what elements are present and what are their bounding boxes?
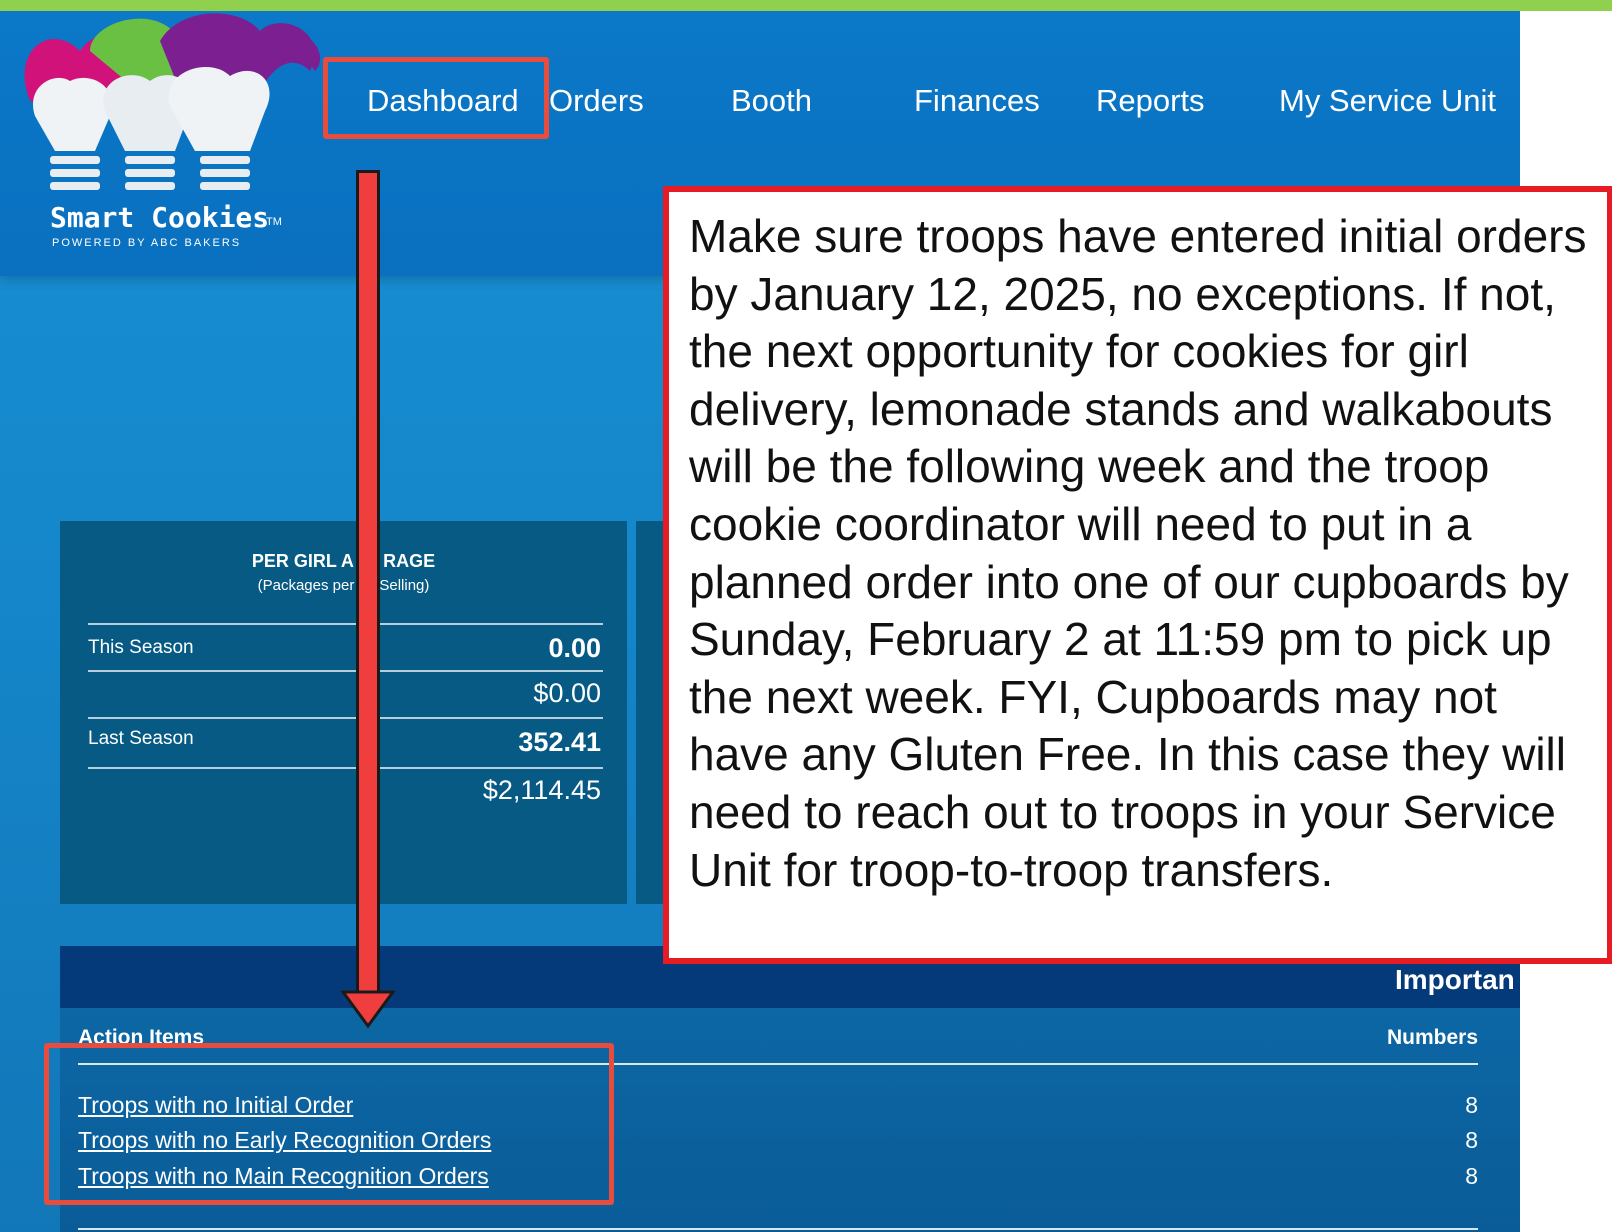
action-items-highlight-box	[44, 1043, 614, 1205]
nav-booth[interactable]: Booth	[731, 83, 812, 119]
last-season-packages: 352.41	[518, 727, 601, 757]
logo-trademark: TM	[266, 216, 282, 228]
cookie-bulbs-logo-icon	[24, 13, 321, 190]
per-girl-average-card: PER GIRL A RAGE (Packages per Selling) T…	[60, 521, 627, 904]
screenshot: Smart Cookies TM POWERED BY ABC BAKERS D…	[0, 0, 1612, 1232]
panel-title: Importan	[1395, 964, 1515, 995]
pointer-arrow	[356, 170, 380, 995]
divider	[88, 670, 603, 672]
top-accent-bar	[0, 0, 1612, 11]
this-season-label: This Season	[88, 637, 194, 658]
divider	[78, 1228, 1478, 1230]
smart-cookies-logo[interactable]: Smart Cookies TM POWERED BY ABC BAKERS	[10, 11, 340, 261]
nav-my-service-unit[interactable]: My Service Unit	[1279, 83, 1496, 119]
dashboard-highlight-box	[323, 57, 549, 139]
divider	[88, 717, 603, 719]
nav-reports[interactable]: Reports	[1096, 83, 1205, 119]
logo-tagline: POWERED BY ABC BAKERS	[52, 237, 242, 249]
this-season-dollars: $0.00	[533, 678, 601, 708]
troops-no-early-recognition-count: 8	[1465, 1127, 1478, 1153]
nav-orders[interactable]: Orders	[549, 83, 644, 119]
last-season-label: Last Season	[88, 728, 194, 749]
troops-no-initial-order-count: 8	[1465, 1092, 1478, 1118]
numbers-header: Numbers	[1386, 1026, 1478, 1049]
this-season-packages: 0.00	[548, 633, 601, 663]
card-title: PER GIRL A RAGE	[251, 551, 436, 571]
callout-text: Make sure troops have entered initial or…	[689, 210, 1587, 896]
divider	[88, 623, 603, 625]
logo-wordmark: Smart Cookies	[50, 201, 270, 234]
instruction-callout: Make sure troops have entered initial or…	[663, 186, 1612, 964]
divider	[88, 767, 603, 769]
card-subtitle: (Packages per Selling)	[257, 577, 430, 594]
last-season-dollars: $2,114.45	[482, 775, 601, 805]
troops-no-main-recognition-count: 8	[1465, 1163, 1478, 1189]
nav-finances[interactable]: Finances	[914, 83, 1040, 119]
arrow-head-icon	[341, 990, 395, 1029]
